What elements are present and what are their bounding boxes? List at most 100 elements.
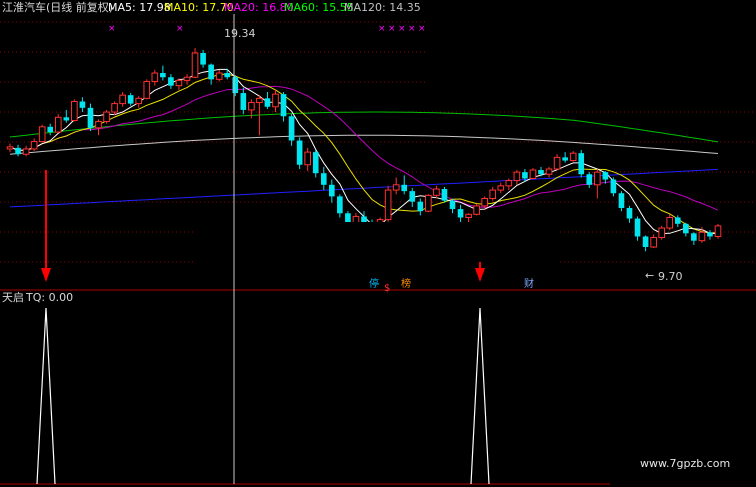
candle-body <box>538 170 544 175</box>
candle-body <box>103 111 110 123</box>
candle-body <box>63 117 70 121</box>
candle-body <box>553 156 561 170</box>
candle-body <box>288 116 295 141</box>
candle-body <box>183 76 191 81</box>
magenta-marker: × <box>388 24 396 34</box>
magenta-marker: × <box>108 24 116 34</box>
candle-body <box>79 101 86 108</box>
candle-body <box>312 152 319 174</box>
candle-body <box>200 52 206 65</box>
candle-body <box>545 168 553 175</box>
candle-body <box>191 52 199 78</box>
magenta-marker: × <box>378 24 386 34</box>
candle-body <box>497 185 505 191</box>
candle-body <box>6 146 14 150</box>
candle-body <box>666 216 674 229</box>
candle-body <box>481 198 488 207</box>
candle-body <box>240 93 247 110</box>
candle-body <box>642 236 649 248</box>
candle-body <box>256 97 263 104</box>
candle-body <box>513 171 521 182</box>
candle-body <box>168 77 174 86</box>
candle-body <box>683 223 689 234</box>
candle-body <box>22 148 30 155</box>
candle-body <box>618 193 625 208</box>
chart-title: 江淮汽车(日线 前复权) <box>2 1 114 14</box>
candle-body <box>674 217 681 224</box>
candlestick-chart[interactable]: × × × × × × × <box>0 0 756 487</box>
candle-body <box>248 102 255 111</box>
candle-body <box>224 73 231 78</box>
tag-suspension[interactable]: 停 <box>368 279 380 291</box>
low-price-label: 9.70 <box>658 270 683 283</box>
magenta-marker: × <box>398 24 406 34</box>
candle-body <box>441 189 448 201</box>
candle-body <box>610 179 617 194</box>
candle-body <box>714 225 722 237</box>
indicator-title: 天启 <box>2 291 24 304</box>
candle-body <box>47 126 54 133</box>
candle-body <box>119 94 126 105</box>
signal-arrow-head <box>475 268 485 282</box>
candle-body <box>522 172 528 179</box>
candle-body <box>151 72 159 82</box>
candle-body <box>329 184 335 197</box>
candle-body <box>465 213 472 218</box>
candle-body <box>417 201 424 212</box>
candle-body <box>602 172 609 180</box>
tq-spike <box>470 307 490 485</box>
candle-body <box>594 171 601 186</box>
candle-body <box>95 121 102 129</box>
tag-ranking[interactable]: 榜 <box>400 279 412 291</box>
candle-body <box>71 100 78 121</box>
candle-body <box>232 77 239 94</box>
candle-body <box>698 231 706 242</box>
candle-body <box>384 189 392 221</box>
candle-body <box>30 141 38 150</box>
candle-body <box>578 153 585 175</box>
magenta-marker: × <box>418 24 426 34</box>
candle-body <box>215 72 223 80</box>
ma120-line <box>9 134 719 155</box>
candle-body <box>409 191 416 202</box>
candle-body <box>272 93 279 108</box>
ma-label: MA120: 14.35 <box>344 1 421 14</box>
candle-body <box>208 64 214 80</box>
candle-body <box>54 116 62 133</box>
candle-body <box>401 184 408 192</box>
candle-body <box>457 209 464 218</box>
candle-body <box>433 188 440 196</box>
signal-arrow-head <box>41 268 51 282</box>
candle-body <box>626 208 633 219</box>
candle-body <box>707 232 713 237</box>
candle-body <box>175 79 183 87</box>
candle-body <box>489 189 497 200</box>
magenta-marker: × <box>408 24 416 34</box>
high-price-label: 19.34 <box>224 27 256 40</box>
tag-dollar[interactable]: $ <box>383 283 391 295</box>
candle-body <box>296 140 303 165</box>
candle-body <box>650 237 657 248</box>
overlay-box-top-right <box>428 0 756 110</box>
tag-finance[interactable]: 财 <box>523 279 535 291</box>
candle-body <box>562 157 568 161</box>
candle-body <box>473 205 480 215</box>
candle-body <box>160 73 166 78</box>
magenta-marker: × <box>176 24 184 34</box>
candle-body <box>529 169 537 179</box>
candle-body <box>691 233 697 241</box>
candle-body <box>320 173 327 185</box>
overlay-box-middle <box>195 222 560 264</box>
candle-body <box>505 180 513 187</box>
candle-body <box>449 200 456 210</box>
low-price-arrow: ← <box>645 269 655 282</box>
candle-body <box>38 126 46 143</box>
candle-body <box>304 151 311 166</box>
candle-body <box>127 95 134 104</box>
stock-chart-window[interactable]: × × × × × × × 江淮汽车(日线 前复权) MA5: 17.98 MA10: 17.… <box>0 0 756 487</box>
candle-body <box>15 147 21 155</box>
candle-body <box>264 98 271 107</box>
candle-body <box>634 218 641 237</box>
candle-body <box>392 184 400 191</box>
candle-body <box>425 194 432 212</box>
